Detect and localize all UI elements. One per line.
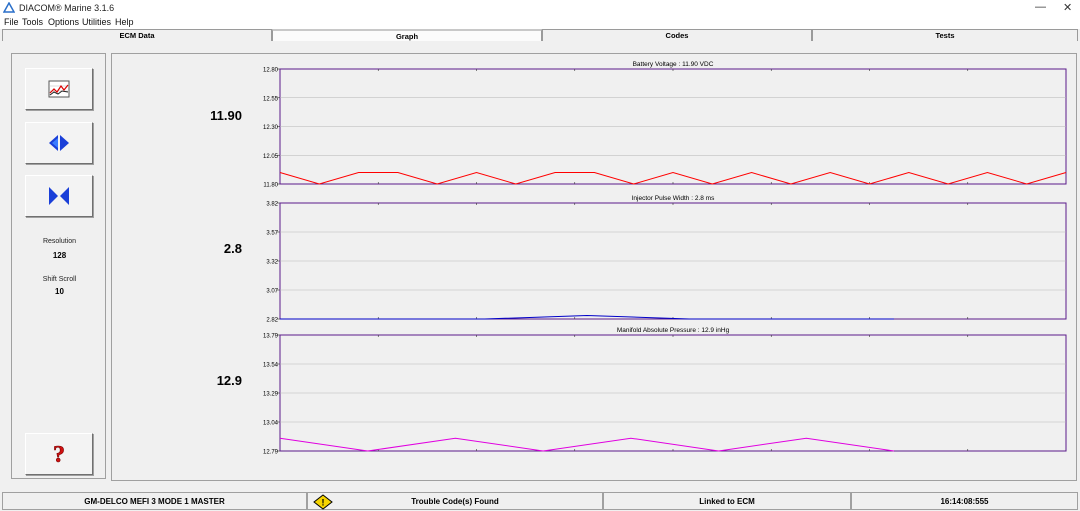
help-button[interactable]: ? (25, 433, 93, 475)
tab-tests[interactable]: Tests (812, 29, 1078, 41)
left-control-panel: Resolution 128 Shift Scroll 10 ? (11, 53, 106, 479)
status-time: 16:14:08:555 (851, 492, 1078, 510)
manifold-pressure-tick-label: 13.79 (263, 334, 279, 340)
manifold-pressure-title: Manifold Absolute Pressure : 12.9 inHg (617, 327, 730, 334)
battery-voltage-tick-label: 12.55 (263, 96, 279, 102)
tab-ecm-data[interactable]: ECM Data (2, 29, 272, 41)
battery-voltage-title: Battery Voltage : 11.90 VDC (633, 61, 714, 68)
menu-help[interactable]: Help (115, 17, 134, 27)
manifold-pressure-tick-label: 12.79 (263, 450, 279, 456)
compress-horizontal-icon (49, 187, 69, 205)
app-logo-icon (3, 2, 15, 13)
injector-pulse-width-tick-label: 3.82 (266, 202, 278, 208)
svg-text:!: ! (322, 498, 325, 508)
expand-horizontal-icon (49, 135, 69, 151)
shift-scroll-value: 10 (55, 287, 64, 296)
battery-voltage-tick-label: 12.80 (263, 68, 279, 74)
help-icon: ? (53, 442, 66, 466)
svg-text:?: ? (53, 442, 65, 466)
battery-voltage-tick-label: 11.80 (263, 183, 278, 189)
resolution-label: Resolution (42, 238, 77, 245)
injector-pulse-width-tick-label: 3.32 (266, 260, 278, 266)
close-button[interactable]: ✕ (1063, 1, 1072, 14)
menu-file[interactable]: File (4, 17, 19, 27)
menu-bar: File Tools Options Utilities Help (0, 16, 1080, 29)
injector-pulse-width-tick-label: 3.07 (266, 289, 278, 295)
minimize-button[interactable]: — (1035, 1, 1046, 13)
menu-options[interactable]: Options (48, 17, 79, 27)
title-bar: DIACOM® Marine 3.1.6 — ✕ (0, 0, 1080, 16)
tab-graph[interactable]: Graph (272, 29, 542, 41)
menu-utilities[interactable]: Utilities (82, 17, 111, 27)
warning-icon: ! (313, 494, 333, 510)
compress-graph-button[interactable] (25, 175, 93, 217)
status-codes-text: Trouble Code(s) Found (411, 497, 499, 506)
tab-strip: ECM Data Graph Codes Tests (0, 29, 1080, 42)
expand-graph-button[interactable] (25, 122, 93, 164)
status-link: Linked to ECM (603, 492, 851, 510)
resolution-value: 128 (52, 251, 67, 260)
manifold-pressure-tick-label: 13.04 (263, 421, 279, 427)
status-device: GM-DELCO MEFI 3 MODE 1 MASTER (2, 492, 307, 510)
manifold-pressure-tick-label: 13.54 (263, 363, 279, 369)
shift-scroll-label: Shift Scroll (42, 276, 77, 283)
injector-pulse-width-tick-label: 3.57 (266, 231, 278, 237)
graph-panel: 11.90 2.8 12.9 Battery Voltage : 11.90 V… (111, 53, 1077, 481)
status-codes-panel[interactable]: ! Trouble Code(s) Found (307, 492, 603, 510)
window-title: DIACOM® Marine 3.1.6 (19, 3, 115, 13)
graph-view-icon (48, 80, 70, 98)
graphs-canvas: Battery Voltage : 11.90 VDC 12.80 12.55 12.… (263, 61, 1067, 456)
menu-tools[interactable]: Tools (22, 17, 43, 27)
injector-pulse-width-title: Injector Pulse Width : 2.8 ms (632, 195, 715, 202)
tab-codes[interactable]: Codes (542, 29, 812, 41)
graph-view-button[interactable] (25, 68, 93, 110)
battery-voltage-tick-label: 12.05 (263, 154, 279, 160)
manifold-pressure-tick-label: 13.29 (263, 392, 279, 398)
battery-voltage-tick-label: 12.30 (263, 125, 279, 131)
injector-pulse-width-tick-label: 2.82 (266, 318, 278, 324)
status-bar: GM-DELCO MEFI 3 MODE 1 MASTER ! Trouble … (0, 492, 1080, 511)
